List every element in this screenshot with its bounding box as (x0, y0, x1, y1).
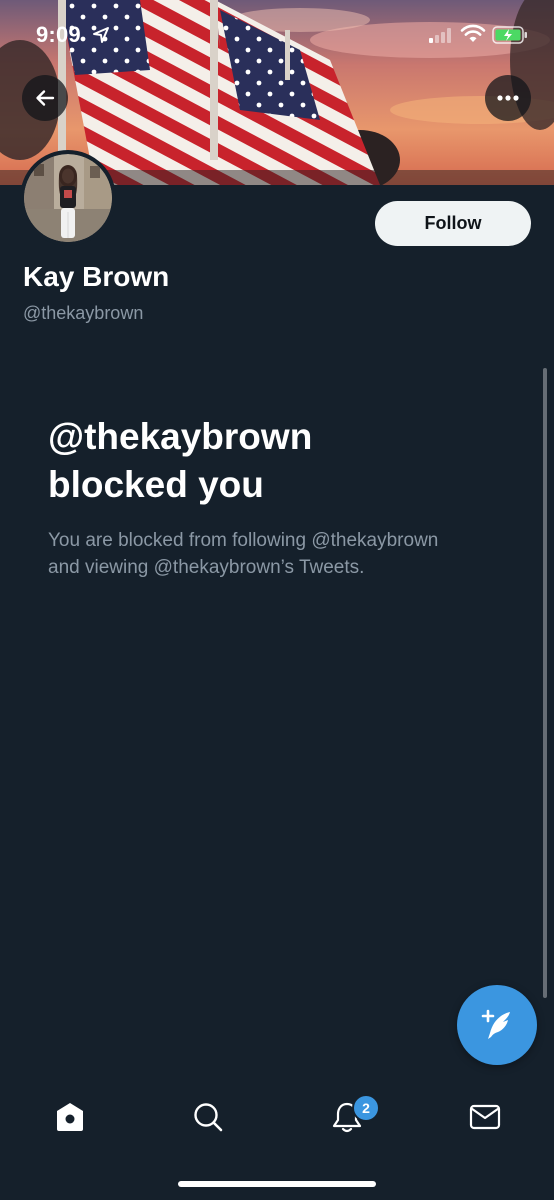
avatar-photo (24, 154, 112, 242)
blocked-heading: @thekaybrown blocked you (48, 413, 468, 509)
profile-handle: @thekaybrown (23, 303, 144, 323)
compose-tweet-icon (481, 1009, 510, 1039)
tab-messages[interactable] (465, 1097, 505, 1137)
compose-tweet-button[interactable] (457, 985, 537, 1065)
profile-display-name: Kay Brown (23, 261, 170, 292)
messages-icon (469, 1104, 501, 1130)
home-icon (57, 1103, 83, 1131)
home-indicator[interactable] (178, 1181, 376, 1187)
location-arrow-icon (93, 27, 109, 43)
notification-count-badge: 2 (352, 1094, 380, 1122)
follow-button[interactable]: Follow (375, 201, 531, 246)
more-horizontal-icon (497, 95, 519, 101)
back-button[interactable] (22, 75, 68, 121)
tab-search[interactable] (188, 1097, 228, 1137)
cellular-signal-icon (429, 28, 451, 43)
arrow-left-icon (36, 90, 55, 106)
blocked-description: You are blocked from following @thekaybr… (48, 527, 508, 581)
blocked-description-line-1: You are blocked from following @thekaybr… (48, 530, 439, 551)
more-options-button[interactable] (485, 75, 531, 121)
profile-screen: 9:09 Follow Kay Brown @thekaybrown @thek… (0, 0, 554, 1200)
scrollbar[interactable] (543, 368, 547, 998)
profile-avatar[interactable] (20, 150, 116, 246)
tab-home[interactable] (50, 1097, 90, 1137)
blocked-heading-line-2: blocked you (48, 464, 264, 505)
status-time: 9:09 (36, 22, 81, 47)
battery-charging-icon (492, 26, 527, 44)
search-icon (194, 1103, 223, 1132)
status-bar: 9:09 (0, 0, 554, 70)
blocked-description-line-2: and viewing @thekaybrown’s Tweets. (48, 557, 365, 578)
wifi-icon (460, 24, 486, 42)
blocked-heading-line-1: @thekaybrown (48, 416, 313, 457)
